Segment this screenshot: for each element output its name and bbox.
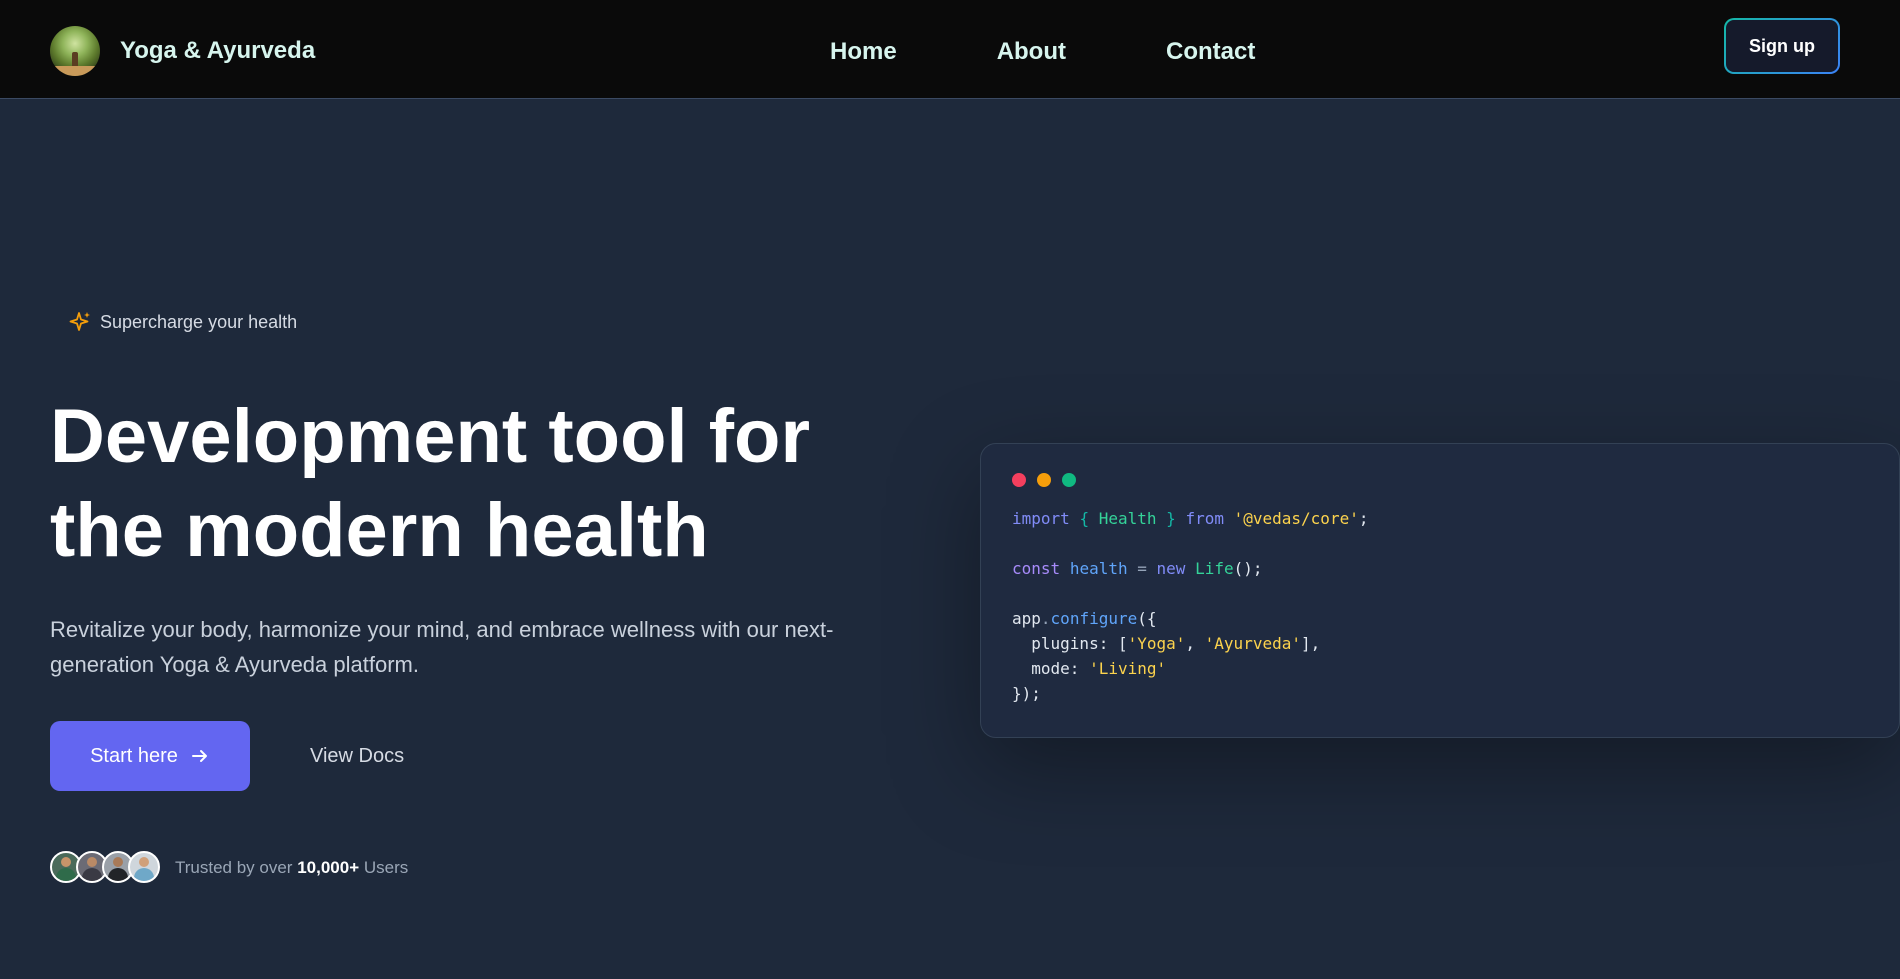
code-token: 'Ayurveda' [1204, 634, 1301, 653]
code-token: }); [1012, 684, 1041, 703]
code-token: ; [1358, 509, 1369, 528]
code-token: Health [1098, 509, 1157, 528]
trusted-prefix: Trusted by over [175, 858, 293, 877]
brand-name: Yoga & Ayurveda [120, 37, 316, 64]
sparkle-icon [69, 312, 90, 331]
hero-badge: Supercharge your health [68, 310, 297, 334]
trusted-suffix: Users [363, 858, 409, 877]
code-token: ], [1300, 634, 1321, 653]
red-dot [1012, 473, 1026, 487]
code-token: { [1079, 509, 1090, 528]
trusted-count: 10,000+ [297, 858, 360, 877]
hero-subtext: Revitalize your body, harmonize your min… [50, 617, 834, 677]
green-dot [1062, 473, 1076, 487]
code-token: (); [1233, 559, 1263, 578]
code-token: const [1012, 559, 1061, 578]
code-token: , [1185, 634, 1205, 653]
avatar [128, 851, 160, 883]
code-token: ({ [1137, 609, 1157, 628]
code-token: import [1012, 509, 1070, 528]
code-token: Life [1195, 559, 1234, 578]
nav-home[interactable]: Home [830, 38, 897, 66]
start-here-label: Start here [90, 744, 178, 767]
signup-label: Sign up [1726, 20, 1838, 72]
trusted-text: Trusted by over 10,000+ Users [175, 858, 408, 878]
code-token: mode: [1031, 659, 1090, 678]
code-snippet: import { Health } from '@vedas/core'; co… [1012, 506, 1368, 706]
arrow-right-icon [191, 750, 207, 762]
headline-line-2: the modern health [50, 488, 709, 573]
code-token: = [1137, 559, 1147, 578]
headline-line-1: Development tool for [50, 394, 811, 479]
code-token: '@vedas/core' [1233, 509, 1359, 528]
code-token: } [1166, 509, 1176, 528]
code-token: configure [1050, 609, 1138, 628]
code-token: 'Living' [1089, 659, 1167, 678]
user-avatars [50, 851, 160, 883]
code-token: . [1040, 609, 1051, 628]
view-docs-link[interactable]: View Docs [310, 745, 404, 768]
brand-logo [50, 26, 100, 76]
code-token: from [1185, 509, 1224, 528]
navbar: Yoga & Ayurveda Home About Contact Sign … [0, 0, 1900, 99]
code-token: 'Yoga' [1127, 634, 1186, 653]
nav-about[interactable]: About [997, 38, 1066, 66]
amber-dot [1037, 473, 1051, 487]
code-token: health [1069, 559, 1128, 578]
badge-text: Supercharge your health [100, 311, 298, 332]
nav-contact[interactable]: Contact [1166, 38, 1255, 66]
signup-button[interactable]: Sign up [1724, 18, 1840, 74]
code-token: app [1012, 609, 1041, 628]
code-token: plugins: [ [1031, 634, 1128, 653]
brand[interactable]: Yoga & Ayurveda [50, 26, 315, 76]
hero-headline: Development tool for the modern health [50, 390, 910, 578]
window-dots [1012, 473, 1087, 487]
nav-links: Home About Contact [830, 38, 1255, 66]
code-card: import { Health } from '@vedas/core'; co… [980, 443, 1900, 738]
code-token: new [1156, 559, 1186, 578]
start-here-button[interactable]: Start here [50, 721, 250, 791]
